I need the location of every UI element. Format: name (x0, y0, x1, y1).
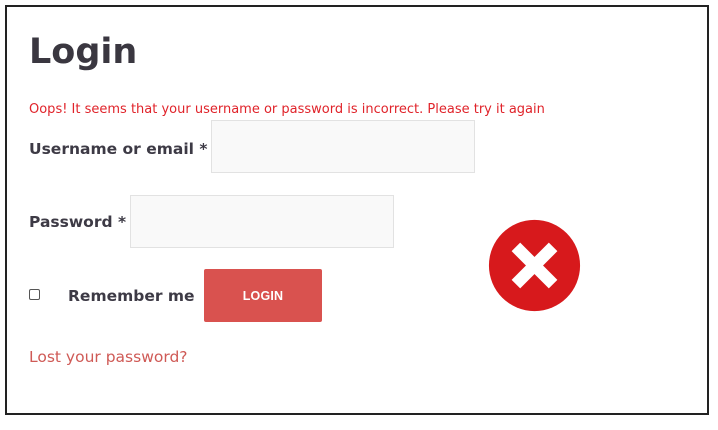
required-marker: * (117, 213, 127, 231)
error-x-icon (488, 219, 581, 312)
remember-me-checkbox[interactable] (29, 289, 40, 300)
login-panel: Login Oops! It seems that your username … (5, 5, 709, 415)
error-message: Oops! It seems that your username or pas… (29, 102, 545, 117)
password-field[interactable] (130, 195, 394, 248)
login-button[interactable]: LOGIN (204, 269, 322, 322)
remember-me-label[interactable]: Remember me (68, 287, 195, 305)
username-field[interactable] (211, 120, 475, 173)
username-label-text: Username or email (29, 140, 194, 158)
lost-password-link[interactable]: Lost your password? (29, 348, 188, 366)
username-label: Username or email * (29, 140, 207, 158)
password-label-text: Password (29, 213, 113, 231)
password-label: Password * (29, 213, 126, 231)
required-marker: * (199, 140, 208, 158)
page-title: Login (29, 32, 138, 72)
